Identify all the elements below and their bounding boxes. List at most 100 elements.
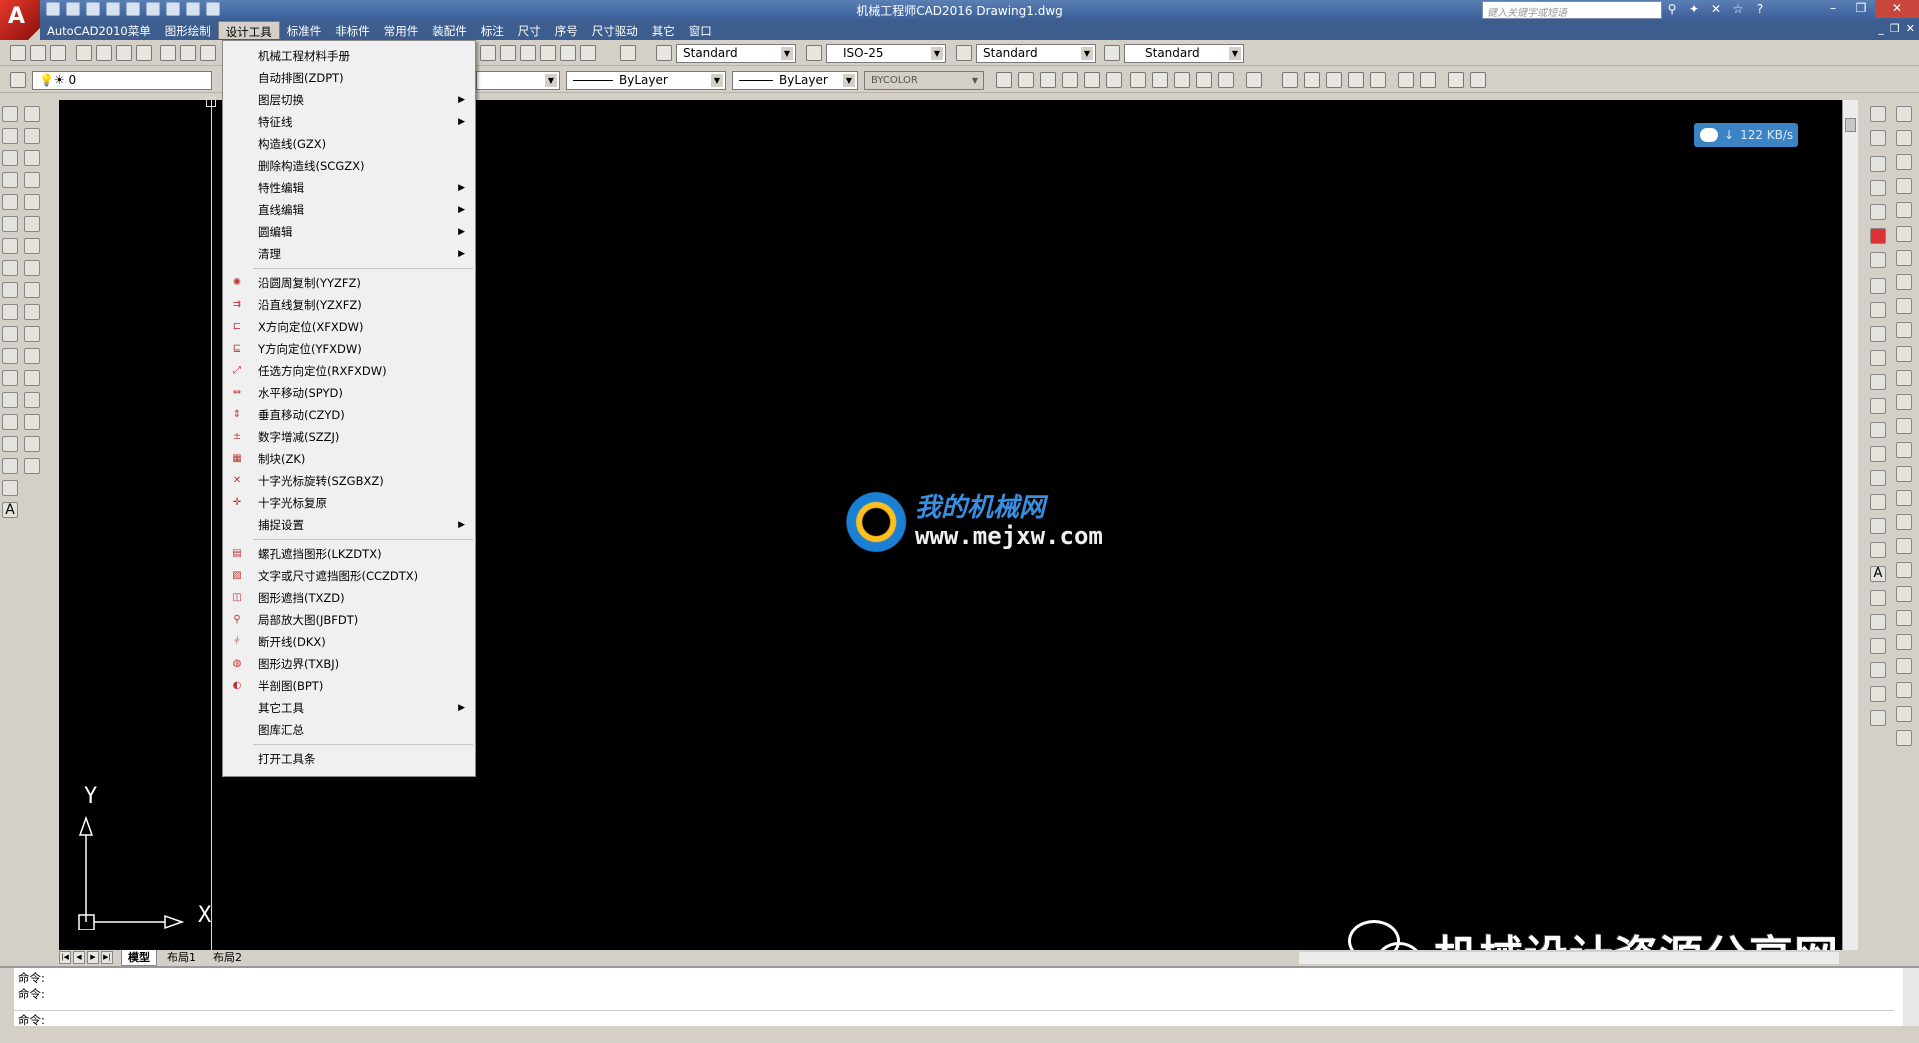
table-style-icon[interactable] — [956, 45, 972, 61]
menu-autocad2010[interactable]: AutoCAD2010菜单 — [40, 21, 158, 39]
equal-icon[interactable] — [1218, 72, 1234, 88]
array-icon[interactable] — [24, 194, 40, 210]
scale-icon[interactable] — [24, 260, 40, 276]
tolerance-icon[interactable] — [1870, 494, 1886, 510]
zoom-all-icon[interactable] — [1448, 72, 1464, 88]
dim-text-edit-icon[interactable] — [1896, 538, 1912, 554]
dropdown-item[interactable]: 特性编辑 ▶ — [223, 177, 475, 199]
text-a-icon[interactable]: A — [1870, 566, 1886, 582]
table-icon[interactable] — [2, 480, 18, 496]
zoom-scale-icon[interactable] — [1348, 72, 1364, 88]
dim-style-tool-icon[interactable] — [1896, 586, 1912, 602]
move-icon[interactable] — [24, 216, 40, 232]
dropdown-item[interactable]: 图库汇总 — [223, 719, 475, 741]
dropdown-item[interactable]: 打开工具条 — [223, 748, 475, 770]
rectangle-icon[interactable] — [2, 194, 18, 210]
number-123-icon[interactable] — [1870, 518, 1886, 534]
properties-icon[interactable] — [480, 45, 496, 61]
parallel-icon[interactable] — [1040, 72, 1056, 88]
ellipse-icon[interactable] — [2, 304, 18, 320]
snap-tool-icon[interactable] — [996, 72, 1012, 88]
ruler-icon[interactable] — [1870, 252, 1886, 268]
dropdown-item[interactable]: ⊑ Y方向定位(YFXDW) — [223, 338, 475, 360]
menu-nonstandard-parts[interactable]: 非标件 — [328, 21, 377, 39]
mirror-icon[interactable] — [24, 150, 40, 166]
command-window-grip[interactable] — [0, 968, 14, 1028]
command-scrollbar[interactable] — [1903, 968, 1919, 1028]
menu-dim-drive[interactable]: 尺寸驱动 — [585, 21, 645, 39]
spline-icon[interactable] — [2, 282, 18, 298]
dropdown-item[interactable]: ▤ 螺孔遮挡图形(LKZDTX) — [223, 543, 475, 565]
zoom-window-icon[interactable] — [1304, 72, 1320, 88]
3d-dwf-icon[interactable] — [136, 45, 152, 61]
line-icon[interactable] — [2, 106, 18, 122]
frame-icon[interactable] — [1870, 156, 1886, 172]
sheet-set-icon[interactable] — [540, 45, 556, 61]
dropdown-item[interactable]: ⫩ 断开线(DKX) — [223, 631, 475, 653]
search-input[interactable]: 键入关键字或短语 — [1482, 1, 1662, 19]
publish-icon[interactable] — [116, 45, 132, 61]
center-mark-icon[interactable] — [1896, 442, 1912, 458]
copy-icon[interactable] — [180, 45, 196, 61]
arc-tool-icon[interactable] — [1870, 278, 1886, 294]
offset-icon[interactable] — [24, 172, 40, 188]
next-tab-icon[interactable]: ▶ — [87, 951, 99, 964]
edit-text-icon[interactable] — [1870, 590, 1886, 606]
dropdown-item[interactable]: 直线编辑 ▶ — [223, 199, 475, 221]
ellipse-arc-icon[interactable] — [2, 326, 18, 342]
tools-icon[interactable]: ✕ — [1709, 2, 1723, 16]
design-center-icon[interactable] — [500, 45, 516, 61]
lock-icon[interactable] — [1246, 72, 1262, 88]
minimize-button[interactable]: – — [1819, 0, 1847, 18]
extend-icon[interactable] — [24, 326, 40, 342]
dropdown-item[interactable]: ⇉ 沿直线复制(YZXFZ) — [223, 294, 475, 316]
multileader-style-icon[interactable] — [1104, 45, 1120, 61]
dropdown-item[interactable]: 机械工程材料手册 — [223, 45, 475, 67]
doc-restore-icon[interactable]: ❐ — [1890, 22, 1900, 35]
dim-override-icon[interactable] — [1896, 610, 1912, 626]
list-icon[interactable] — [1870, 710, 1886, 726]
insert-block-icon[interactable] — [2, 348, 18, 364]
angle-icon[interactable] — [1130, 72, 1146, 88]
table-grid-icon[interactable] — [1870, 662, 1886, 678]
dim-angle-text-icon[interactable] — [1896, 706, 1912, 722]
copy-object-icon[interactable] — [24, 128, 40, 144]
command-input[interactable]: 命令: — [14, 1010, 1894, 1027]
multileader-style-select[interactable]: Standard ▼ — [1124, 44, 1244, 63]
dropdown-item[interactable]: 其它工具 ▶ — [223, 697, 475, 719]
table-style-select[interactable]: Standard ▼ — [976, 44, 1096, 63]
dropdown-item[interactable]: 图层切换 ▶ — [223, 89, 475, 111]
dim-break-icon[interactable] — [1896, 394, 1912, 410]
linetype-select[interactable]: ByLayer ▼ — [566, 71, 726, 90]
doc-close-icon[interactable]: ✕ — [1906, 22, 1915, 35]
person-icon[interactable] — [1870, 398, 1886, 414]
dropdown-item[interactable]: ▨ 文字或尺寸遮挡图形(CCZDTX) — [223, 565, 475, 587]
dropdown-item[interactable]: 捕捉设置 ▶ — [223, 514, 475, 536]
zoom-realtime-icon[interactable] — [1282, 72, 1298, 88]
red-circle-icon[interactable] — [1870, 228, 1886, 244]
dropdown-item[interactable]: ⤢ 任选方向定位(RXFXDW) — [223, 360, 475, 382]
inspection-icon[interactable] — [1896, 466, 1912, 482]
dropdown-item[interactable]: 特征线 ▶ — [223, 111, 475, 133]
angle-mark-icon[interactable] — [1870, 204, 1886, 220]
explode-icon[interactable] — [24, 458, 40, 474]
layer-manager-icon[interactable] — [10, 72, 26, 88]
zoom-out-icon[interactable] — [1420, 72, 1436, 88]
break-icon[interactable] — [24, 370, 40, 386]
hatch-icon[interactable] — [2, 414, 18, 430]
save-icon[interactable] — [50, 45, 66, 61]
dropdown-item[interactable]: ▦ 制块(ZK) — [223, 448, 475, 470]
close-button[interactable]: ✕ — [1875, 0, 1919, 18]
tangent-icon[interactable] — [1062, 72, 1078, 88]
canvas-horizontal-scrollbar[interactable] — [1299, 952, 1839, 964]
circle-icon[interactable] — [2, 238, 18, 254]
tool-palette-icon[interactable] — [520, 45, 536, 61]
erase-icon[interactable] — [24, 106, 40, 122]
menu-draw[interactable]: 图形绘制 — [158, 21, 218, 39]
plot-icon[interactable] — [76, 45, 92, 61]
dropdown-item[interactable]: ✺ 沿圆周复制(YYZFZ) — [223, 272, 475, 294]
check-green-icon[interactable] — [1870, 130, 1886, 146]
menu-annotate[interactable]: 标注 — [474, 21, 511, 39]
lineweight-select[interactable]: ByLayer ▼ — [732, 71, 858, 90]
rotate-icon[interactable] — [24, 238, 40, 254]
